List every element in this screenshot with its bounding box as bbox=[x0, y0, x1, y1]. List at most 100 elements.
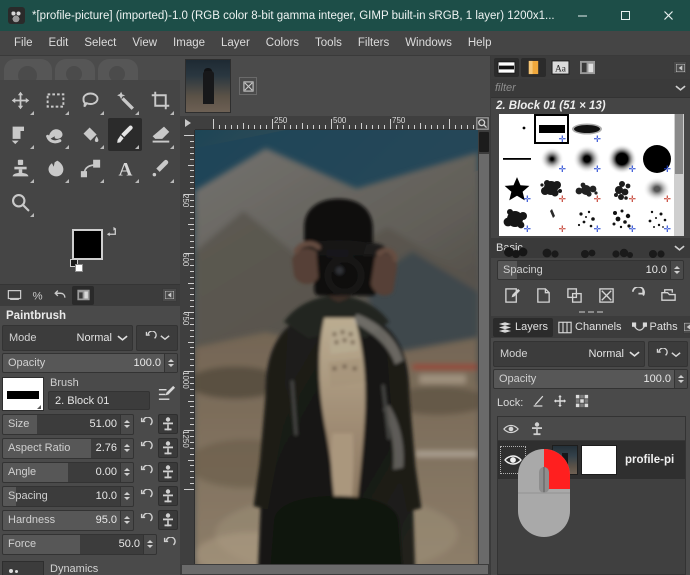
zoom-image-icon[interactable] bbox=[475, 116, 490, 130]
aspect-ratio-slider[interactable]: Aspect Ratio 2.76 bbox=[2, 437, 134, 459]
force-stepper[interactable] bbox=[143, 534, 156, 554]
recent-image-1[interactable] bbox=[4, 59, 52, 81]
brush-item[interactable]: ✛ bbox=[604, 204, 639, 234]
layer-row-profile-picture[interactable]: profile-pi bbox=[498, 441, 685, 537]
horizontal-ruler[interactable]: 250 500 750 bbox=[195, 116, 475, 130]
brush-item[interactable]: ✛ bbox=[639, 204, 674, 234]
swap-colors-icon[interactable] bbox=[106, 225, 119, 238]
chevron-down-icon[interactable] bbox=[675, 84, 686, 92]
unified-transform-tool[interactable] bbox=[3, 118, 37, 151]
brush-item[interactable]: ✛ bbox=[569, 144, 604, 174]
clone-stamp-tool[interactable] bbox=[3, 152, 37, 185]
paths-tool[interactable] bbox=[73, 152, 107, 185]
brush-item[interactable]: ✛ bbox=[639, 174, 674, 204]
paint-mode-dropdown[interactable]: Mode Normal bbox=[2, 324, 133, 351]
angle-stepper[interactable] bbox=[120, 462, 133, 482]
tab-toolbox[interactable] bbox=[3, 286, 25, 305]
tab-brushes[interactable] bbox=[494, 58, 519, 77]
warp-transform-tool[interactable] bbox=[38, 118, 72, 151]
smudge-tool[interactable] bbox=[38, 152, 72, 185]
aspect-ratio-stepper[interactable] bbox=[120, 438, 133, 458]
size-dynamics-link-icon[interactable] bbox=[158, 414, 178, 435]
close-button[interactable] bbox=[647, 0, 690, 31]
tab-layers[interactable]: Layers bbox=[493, 317, 554, 337]
color-picker-tool[interactable] bbox=[143, 152, 177, 185]
brush-item[interactable] bbox=[499, 144, 534, 174]
spacing-reset-icon[interactable] bbox=[137, 487, 155, 506]
maximize-button[interactable] bbox=[604, 0, 647, 31]
force-reset-icon[interactable] bbox=[160, 535, 178, 554]
horizontal-scroll-thumb[interactable] bbox=[182, 565, 488, 574]
brush-spacing-stepper[interactable] bbox=[670, 261, 683, 279]
brush-item[interactable] bbox=[499, 114, 534, 144]
brush-item[interactable]: ✛ bbox=[569, 174, 604, 204]
lock-position-button[interactable] bbox=[553, 394, 567, 411]
close-image-button[interactable] bbox=[239, 77, 257, 95]
layer-opacity-slider[interactable]: Opacity 100.0 bbox=[493, 369, 688, 389]
size-stepper[interactable] bbox=[120, 414, 133, 434]
free-select-tool[interactable] bbox=[73, 84, 107, 117]
aspect-ratio-dynamics-link-icon[interactable] bbox=[158, 438, 178, 459]
lock-pixels-button[interactable] bbox=[531, 394, 545, 411]
menu-filters[interactable]: Filters bbox=[350, 34, 397, 52]
hardness-slider[interactable]: Hardness 95.0 bbox=[2, 509, 134, 531]
vertical-scroll-track[interactable] bbox=[479, 154, 489, 564]
menu-tools[interactable]: Tools bbox=[307, 34, 350, 52]
move-tool[interactable] bbox=[3, 84, 37, 117]
menu-image[interactable]: Image bbox=[165, 34, 213, 52]
aspect-ratio-reset-icon[interactable] bbox=[137, 439, 155, 458]
edit-brush-button[interactable] bbox=[502, 284, 524, 306]
vertical-scrollbar[interactable] bbox=[478, 130, 490, 564]
tab-paths[interactable]: Paths bbox=[627, 318, 683, 337]
layer-mask-thumbnail[interactable] bbox=[581, 445, 617, 475]
size-slider[interactable]: Size 51.00 bbox=[2, 413, 134, 435]
brush-preview[interactable] bbox=[2, 376, 44, 411]
dynamics-preview[interactable] bbox=[2, 560, 44, 575]
brush-item[interactable]: ✛ bbox=[534, 204, 569, 234]
layer-name[interactable]: profile-pi bbox=[617, 454, 674, 466]
brush-filter-input[interactable]: filter bbox=[495, 82, 675, 94]
tab-documents[interactable] bbox=[575, 58, 600, 77]
brush-item[interactable]: ✛ bbox=[499, 204, 534, 234]
duplicate-brush-button[interactable] bbox=[564, 284, 586, 306]
image-tab-profile-picture[interactable] bbox=[185, 59, 231, 113]
spacing-stepper[interactable] bbox=[120, 486, 133, 506]
reset-colors-icon[interactable] bbox=[70, 259, 84, 273]
fuzzy-select-tool[interactable] bbox=[108, 84, 142, 117]
refresh-brushes-button[interactable] bbox=[626, 284, 648, 306]
tab-fonts[interactable]: Aa bbox=[548, 58, 573, 77]
size-reset-icon[interactable] bbox=[137, 415, 155, 434]
layer-thumbnail[interactable] bbox=[552, 445, 578, 475]
brush-item[interactable] bbox=[639, 114, 674, 144]
tab-channels[interactable]: Channels bbox=[553, 318, 626, 337]
brush-item[interactable]: ✛ bbox=[534, 174, 569, 204]
opacity-slider[interactable]: Opacity 100.0 bbox=[2, 352, 178, 373]
eraser-tool[interactable] bbox=[143, 118, 177, 151]
brush-name-field[interactable]: 2. Block 01 bbox=[48, 391, 150, 411]
brush-item[interactable]: ✛ bbox=[639, 144, 674, 174]
vertical-scroll-thumb[interactable] bbox=[479, 132, 489, 152]
horizontal-scrollbar[interactable] bbox=[180, 564, 490, 575]
tab-undo-history[interactable] bbox=[49, 286, 71, 305]
menu-windows[interactable]: Windows bbox=[397, 34, 460, 52]
brush-item[interactable]: ✛ bbox=[569, 204, 604, 234]
chevron-down-icon[interactable] bbox=[674, 244, 685, 252]
layer-mode-dropdown[interactable]: Mode Normal bbox=[493, 341, 645, 367]
brush-grid[interactable]: ✛ ✛ ✛ ✛ ✛ ✛ ✛ ✛ ✛ ✛ ✛ ✛ ✛ ✛ ✛ ✛ bbox=[499, 114, 674, 258]
hardness-dynamics-link-icon[interactable] bbox=[158, 510, 178, 531]
hardness-reset-icon[interactable] bbox=[137, 511, 155, 530]
bucket-fill-tool[interactable] bbox=[73, 118, 107, 151]
tool-preset-reset-button[interactable] bbox=[136, 324, 178, 351]
angle-reset-icon[interactable] bbox=[137, 463, 155, 482]
ruler-origin-button[interactable] bbox=[180, 116, 195, 130]
edit-brush-icon[interactable] bbox=[154, 382, 178, 406]
layer-list[interactable]: profile-pi bbox=[497, 416, 686, 575]
hardness-stepper[interactable] bbox=[120, 510, 133, 530]
vertical-ruler[interactable]: 250 500 750 1000 1250 bbox=[180, 130, 195, 564]
layer-opacity-stepper[interactable] bbox=[674, 370, 687, 388]
menu-edit[interactable]: Edit bbox=[41, 34, 77, 52]
dock-resize-grip[interactable] bbox=[491, 308, 690, 316]
tab-patterns[interactable] bbox=[521, 58, 546, 77]
new-brush-button[interactable] bbox=[533, 284, 555, 306]
text-tool[interactable]: A bbox=[108, 152, 142, 185]
